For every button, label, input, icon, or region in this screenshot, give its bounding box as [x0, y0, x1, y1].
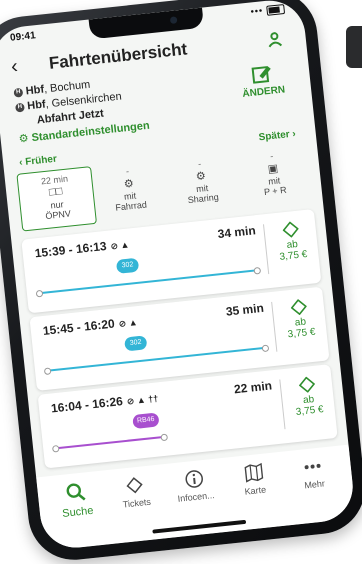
tab-label: Suche	[61, 504, 95, 520]
signal-icon: •••	[250, 5, 264, 17]
route-track	[55, 435, 165, 450]
gear-icon: ⚙	[18, 132, 30, 146]
phone-frame: 09:41 ••• ‹ Fahrtenübersicht H Hbf, Bochu…	[0, 0, 362, 564]
tab-label: Tickets	[122, 496, 152, 510]
route-track	[47, 346, 267, 372]
battery-icon	[266, 3, 286, 16]
side-tab	[346, 26, 362, 68]
tab-label: Karte	[244, 484, 267, 497]
line-badge: RB46	[132, 412, 160, 430]
ticket-icon	[290, 298, 307, 316]
tab-more[interactable]: Mehr	[281, 446, 348, 526]
mode-bike[interactable]: - ⚙ mit Fahrrad	[90, 159, 168, 224]
mode-oepnv[interactable]: 22 min □□ nur ÖPNV	[16, 166, 97, 232]
edit-button[interactable]: ÄNDERN	[240, 62, 286, 100]
status-right: •••	[250, 3, 286, 17]
mode-sharing[interactable]: - ⚙ mit Sharing	[163, 151, 241, 216]
status-time: 09:41	[9, 30, 37, 44]
tab-search[interactable]: Suche	[44, 470, 111, 550]
ticket-price[interactable]: ab 3,75 €	[275, 297, 325, 342]
later-button[interactable]: Später ›	[258, 129, 296, 144]
route-track	[38, 269, 258, 295]
info-icon	[185, 470, 203, 488]
mode-park-ride[interactable]: - ▣ mit P + R	[235, 143, 313, 208]
status-icons: ⊘ ▲	[118, 317, 139, 330]
map-icon	[244, 462, 263, 483]
search-icon	[66, 483, 86, 501]
camera	[169, 16, 178, 24]
tab-map[interactable]: Karte	[222, 452, 289, 532]
tab-label: Mehr	[303, 478, 326, 491]
connection-times: 15:45 - 16:20 ⊘ ▲	[42, 314, 138, 338]
tab-label: Infocen...	[177, 489, 216, 504]
app-screen: 09:41 ••• ‹ Fahrtenübersicht H Hbf, Bochu…	[0, 0, 357, 552]
earlier-button[interactable]: ‹ Früher	[19, 154, 58, 169]
from-station: Hbf	[25, 83, 45, 98]
connection-duration: 22 min	[233, 378, 273, 397]
more-icon	[304, 463, 321, 470]
status-icons: ⊘ ▲	[109, 239, 130, 252]
line-badge: 302	[115, 257, 140, 274]
ticket-price[interactable]: ab 3,75 €	[283, 374, 333, 419]
connection-duration: 34 min	[217, 223, 257, 242]
ticket-icon	[282, 221, 299, 238]
connection-times: 16:04 - 16:26 ⊘ ▲ ††	[50, 390, 158, 415]
station-icon: H	[14, 102, 25, 113]
to-station: Hbf	[26, 98, 47, 113]
station-icon: H	[13, 87, 24, 98]
edit-icon	[251, 66, 271, 84]
user-icon[interactable]	[265, 29, 285, 49]
ticket-price[interactable]: ab 3,75 €	[267, 219, 317, 264]
ticket-icon	[126, 477, 144, 494]
ticket-icon	[298, 376, 316, 393]
connection-duration: 35 min	[225, 300, 265, 319]
line-badge: 302	[124, 335, 148, 352]
time-range: 15:45 - 16:20	[42, 316, 116, 338]
status-icons: ⊘ ▲ ††	[126, 393, 159, 407]
time-range: 16:04 - 16:26	[50, 394, 124, 416]
back-button[interactable]: ‹	[10, 55, 19, 79]
time-range: 15:39 - 16:13	[34, 238, 108, 261]
connection-times: 15:39 - 16:13 ⊘ ▲	[34, 237, 130, 261]
